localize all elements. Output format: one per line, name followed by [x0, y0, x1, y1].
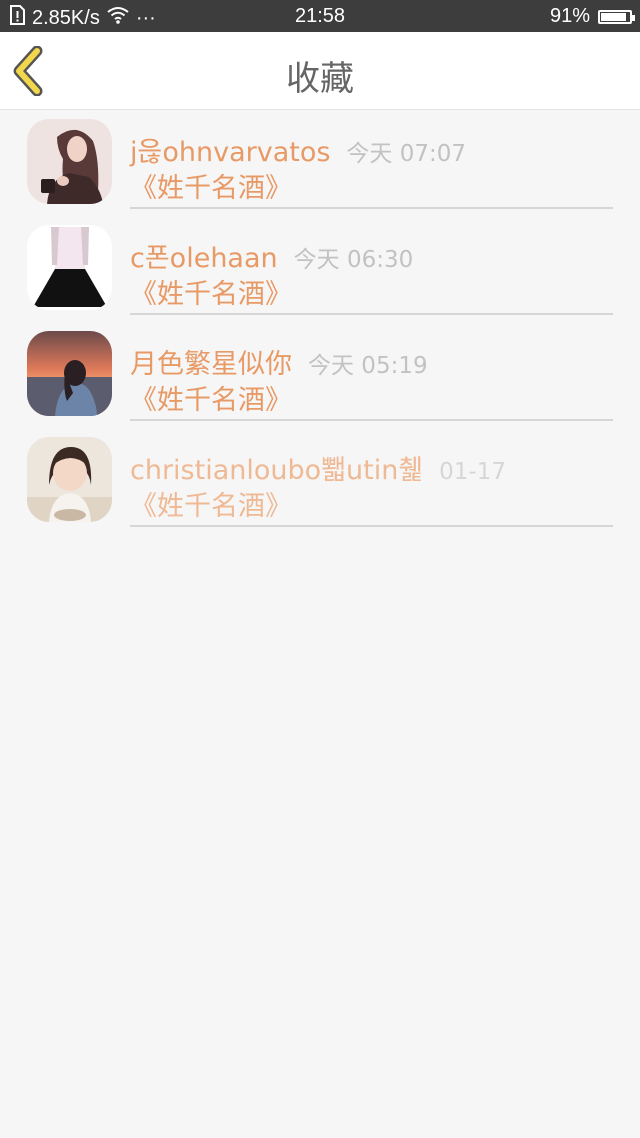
- item-subtitle: 《姓千名酒》: [130, 385, 292, 416]
- list-item[interactable]: c폰olehaan 今天 06:30 《姓千名酒》: [0, 216, 640, 322]
- item-name: j읂ohnvarvatos: [130, 137, 331, 168]
- status-bar: 2.85K/s ··· 21:58 91%: [0, 0, 640, 32]
- battery-icon: [598, 9, 635, 24]
- avatar: [27, 119, 112, 204]
- avatar: [27, 225, 112, 310]
- header: 收藏: [0, 32, 640, 110]
- item-subtitle: 《姓千名酒》: [130, 173, 292, 204]
- status-right: 91%: [549, 5, 635, 28]
- item-time: 01-17: [439, 459, 506, 485]
- list-item[interactable]: 月色繁星似你 今天 05:19 《姓千名酒》: [0, 322, 640, 428]
- list-item[interactable]: j읂ohnvarvatos 今天 07:07 《姓千名酒》: [0, 110, 640, 216]
- item-header: c폰olehaan 今天 06:30: [130, 236, 413, 275]
- favorites-list: j읂ohnvarvatos 今天 07:07 《姓千名酒》 c폰olehaan 今天…: [0, 110, 640, 534]
- item-subtitle: 《姓千名酒》: [130, 491, 292, 522]
- page-title: 收藏: [286, 59, 354, 99]
- avatar: [27, 437, 112, 522]
- item-header: christianloubo뾃utin췙 01-17: [130, 448, 506, 487]
- item-time: 今天 05:19: [308, 353, 428, 379]
- battery-percent: 91%: [549, 5, 590, 27]
- item-header: 月色繁星似你 今天 05:19: [130, 342, 428, 381]
- item-subtitle: 《姓千名酒》: [130, 279, 292, 310]
- item-name: christianloubo뾃utin췙: [130, 455, 424, 486]
- item-content: 月色繁星似你 今天 05:19 《姓千名酒》: [130, 322, 613, 421]
- item-header: j읂ohnvarvatos 今天 07:07: [130, 130, 466, 169]
- clock: 21:58: [294, 5, 346, 27]
- item-time: 今天 07:07: [346, 141, 466, 167]
- item-name: 月色繁星似你: [130, 349, 292, 380]
- item-content: christianloubo뾃utin췙 01-17 《姓千名酒》: [130, 428, 613, 527]
- item-time: 今天 06:30: [293, 247, 414, 273]
- battery-level: [601, 12, 627, 21]
- item-content: j읂ohnvarvatos 今天 07:07 《姓千名酒》: [130, 110, 613, 209]
- list-item[interactable]: christianloubo뾃utin췙 01-17 《姓千名酒》: [0, 428, 640, 534]
- avatar: [27, 331, 112, 416]
- item-content: c폰olehaan 今天 06:30 《姓千名酒》: [130, 216, 613, 315]
- item-name: c폰olehaan: [130, 243, 278, 274]
